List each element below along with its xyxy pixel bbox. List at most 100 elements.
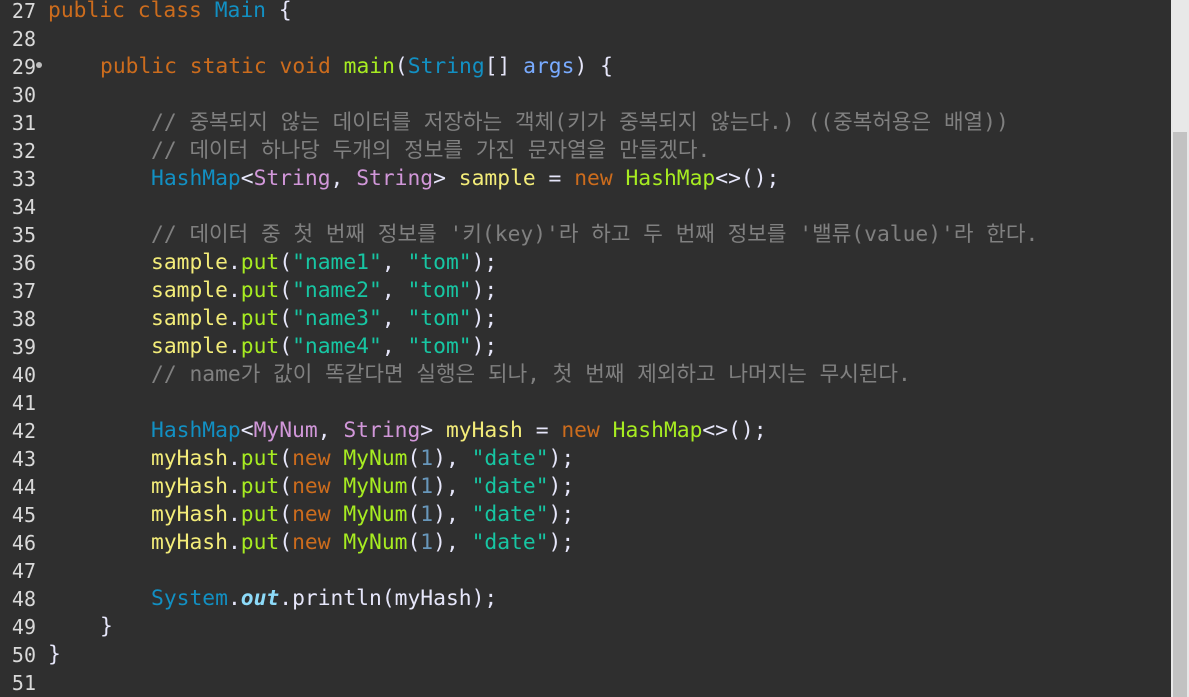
- code-line-39: sample.put("name4", "tom");: [151, 333, 497, 361]
- string-literal: "tom": [407, 278, 472, 303]
- punctuation: ,: [381, 278, 408, 303]
- class-name: HashMap: [151, 418, 241, 443]
- string-literal: "tom": [407, 250, 472, 275]
- class-name: Main: [214, 0, 266, 23]
- code-line-38: sample.put("name3", "tom");: [151, 305, 497, 333]
- type-argument: String: [343, 418, 421, 443]
- line-number: 31: [11, 111, 36, 135]
- string-literal: "name1": [292, 250, 382, 275]
- code-area[interactable]: public class Main { public static void m…: [46, 0, 1171, 697]
- punctuation: (: [407, 474, 421, 499]
- punctuation: <: [240, 418, 254, 443]
- punctuation: .: [227, 334, 241, 359]
- keyword: new: [292, 474, 331, 499]
- string-literal: "date": [471, 502, 549, 527]
- method-name: put: [240, 446, 280, 471]
- comment: // name가 값이 똑같다면 실행은 되나, 첫 번째 제외하고 나머지는 …: [151, 362, 911, 387]
- punctuation: );: [471, 586, 498, 611]
- punctuation: ,: [381, 250, 408, 275]
- punctuation: (: [407, 530, 421, 555]
- punctuation: .: [227, 306, 241, 331]
- class-name: HashMap: [151, 166, 241, 191]
- keyword: new: [292, 502, 331, 527]
- method-name: put: [240, 530, 280, 555]
- punctuation: (: [279, 278, 293, 303]
- string-literal: "name3": [292, 306, 382, 331]
- brace: {: [266, 0, 292, 23]
- line-number: 37: [11, 279, 36, 303]
- class-name: System: [151, 586, 228, 611]
- line-number: 41: [11, 391, 36, 415]
- method-name: put: [240, 250, 280, 275]
- punctuation: >: [420, 418, 446, 443]
- scrollbar-thumb[interactable]: [1173, 132, 1187, 697]
- punctuation: (: [407, 502, 421, 527]
- punctuation: .: [227, 586, 241, 611]
- variable: sample: [151, 250, 228, 275]
- punctuation: );: [548, 446, 575, 471]
- class-name: MyNum: [343, 530, 408, 555]
- line-number: 34: [11, 195, 36, 219]
- operator: =: [535, 166, 575, 191]
- string-literal: "tom": [407, 306, 472, 331]
- punctuation: (: [279, 474, 293, 499]
- keyword: public static void: [100, 54, 331, 79]
- vertical-scrollbar[interactable]: [1171, 0, 1189, 697]
- string-literal: "tom": [407, 334, 472, 359]
- line-number: 49: [11, 615, 36, 639]
- code-line-42: HashMap<MyNum, String> myHash = new Hash…: [151, 417, 767, 445]
- punctuation: (: [407, 446, 421, 471]
- line-number: 46: [11, 531, 36, 555]
- method-name: println: [292, 586, 382, 611]
- keyword: new: [574, 166, 613, 191]
- punctuation: ),: [433, 446, 472, 471]
- punctuation: (: [279, 530, 293, 555]
- line-number: 48: [11, 587, 36, 611]
- comment: // 중복되지 않는 데이터를 저장하는 객체(키가 중복되지 않는다.) ((…: [151, 110, 1009, 135]
- number-literal: 1: [420, 530, 434, 555]
- line-number: 35: [11, 223, 36, 247]
- line-number: 51: [11, 671, 36, 695]
- punctuation: .: [227, 446, 241, 471]
- number-literal: 1: [420, 474, 434, 499]
- punctuation: ,: [330, 166, 357, 191]
- line-number: 44: [11, 475, 36, 499]
- code-line-29: public static void main(String[] args) {: [100, 53, 613, 81]
- line-number: 42: [11, 419, 36, 443]
- punctuation: []: [484, 54, 524, 79]
- line-number: 27: [11, 0, 36, 23]
- number-literal: 1: [420, 446, 434, 471]
- variable: sample: [151, 306, 228, 331]
- punctuation: );: [471, 278, 498, 303]
- line-number: 38: [11, 307, 36, 331]
- number-literal: 1: [420, 502, 434, 527]
- code-line-43: myHash.put(new MyNum(1), "date");: [151, 445, 574, 473]
- keyword: new: [292, 446, 331, 471]
- punctuation: ,: [381, 306, 408, 331]
- punctuation: (: [279, 502, 293, 527]
- method-name: put: [240, 502, 280, 527]
- string-literal: "date": [471, 446, 549, 471]
- punctuation: .: [227, 278, 241, 303]
- class-name: String: [407, 54, 485, 79]
- punctuation: (: [279, 446, 293, 471]
- method-fold-marker-icon[interactable]: [36, 62, 42, 68]
- keyword: new: [292, 530, 331, 555]
- line-number: 29: [11, 55, 36, 79]
- punctuation: ),: [433, 530, 472, 555]
- code-line-31: // 중복되지 않는 데이터를 저장하는 객체(키가 중복되지 않는다.) ((…: [151, 109, 1009, 137]
- static-field: out: [240, 586, 280, 611]
- variable: sample: [151, 278, 228, 303]
- punctuation: (: [381, 586, 395, 611]
- method-name: put: [240, 306, 280, 331]
- variable: myHash: [151, 502, 228, 527]
- punctuation: >: [433, 166, 459, 191]
- code-editor[interactable]: 27 28 29 30 31 32 33 34 35 36 37 38 39 4…: [0, 0, 1189, 697]
- punctuation: );: [471, 306, 498, 331]
- punctuation: <>();: [715, 166, 780, 191]
- punctuation: (: [279, 334, 293, 359]
- class-name: MyNum: [343, 474, 408, 499]
